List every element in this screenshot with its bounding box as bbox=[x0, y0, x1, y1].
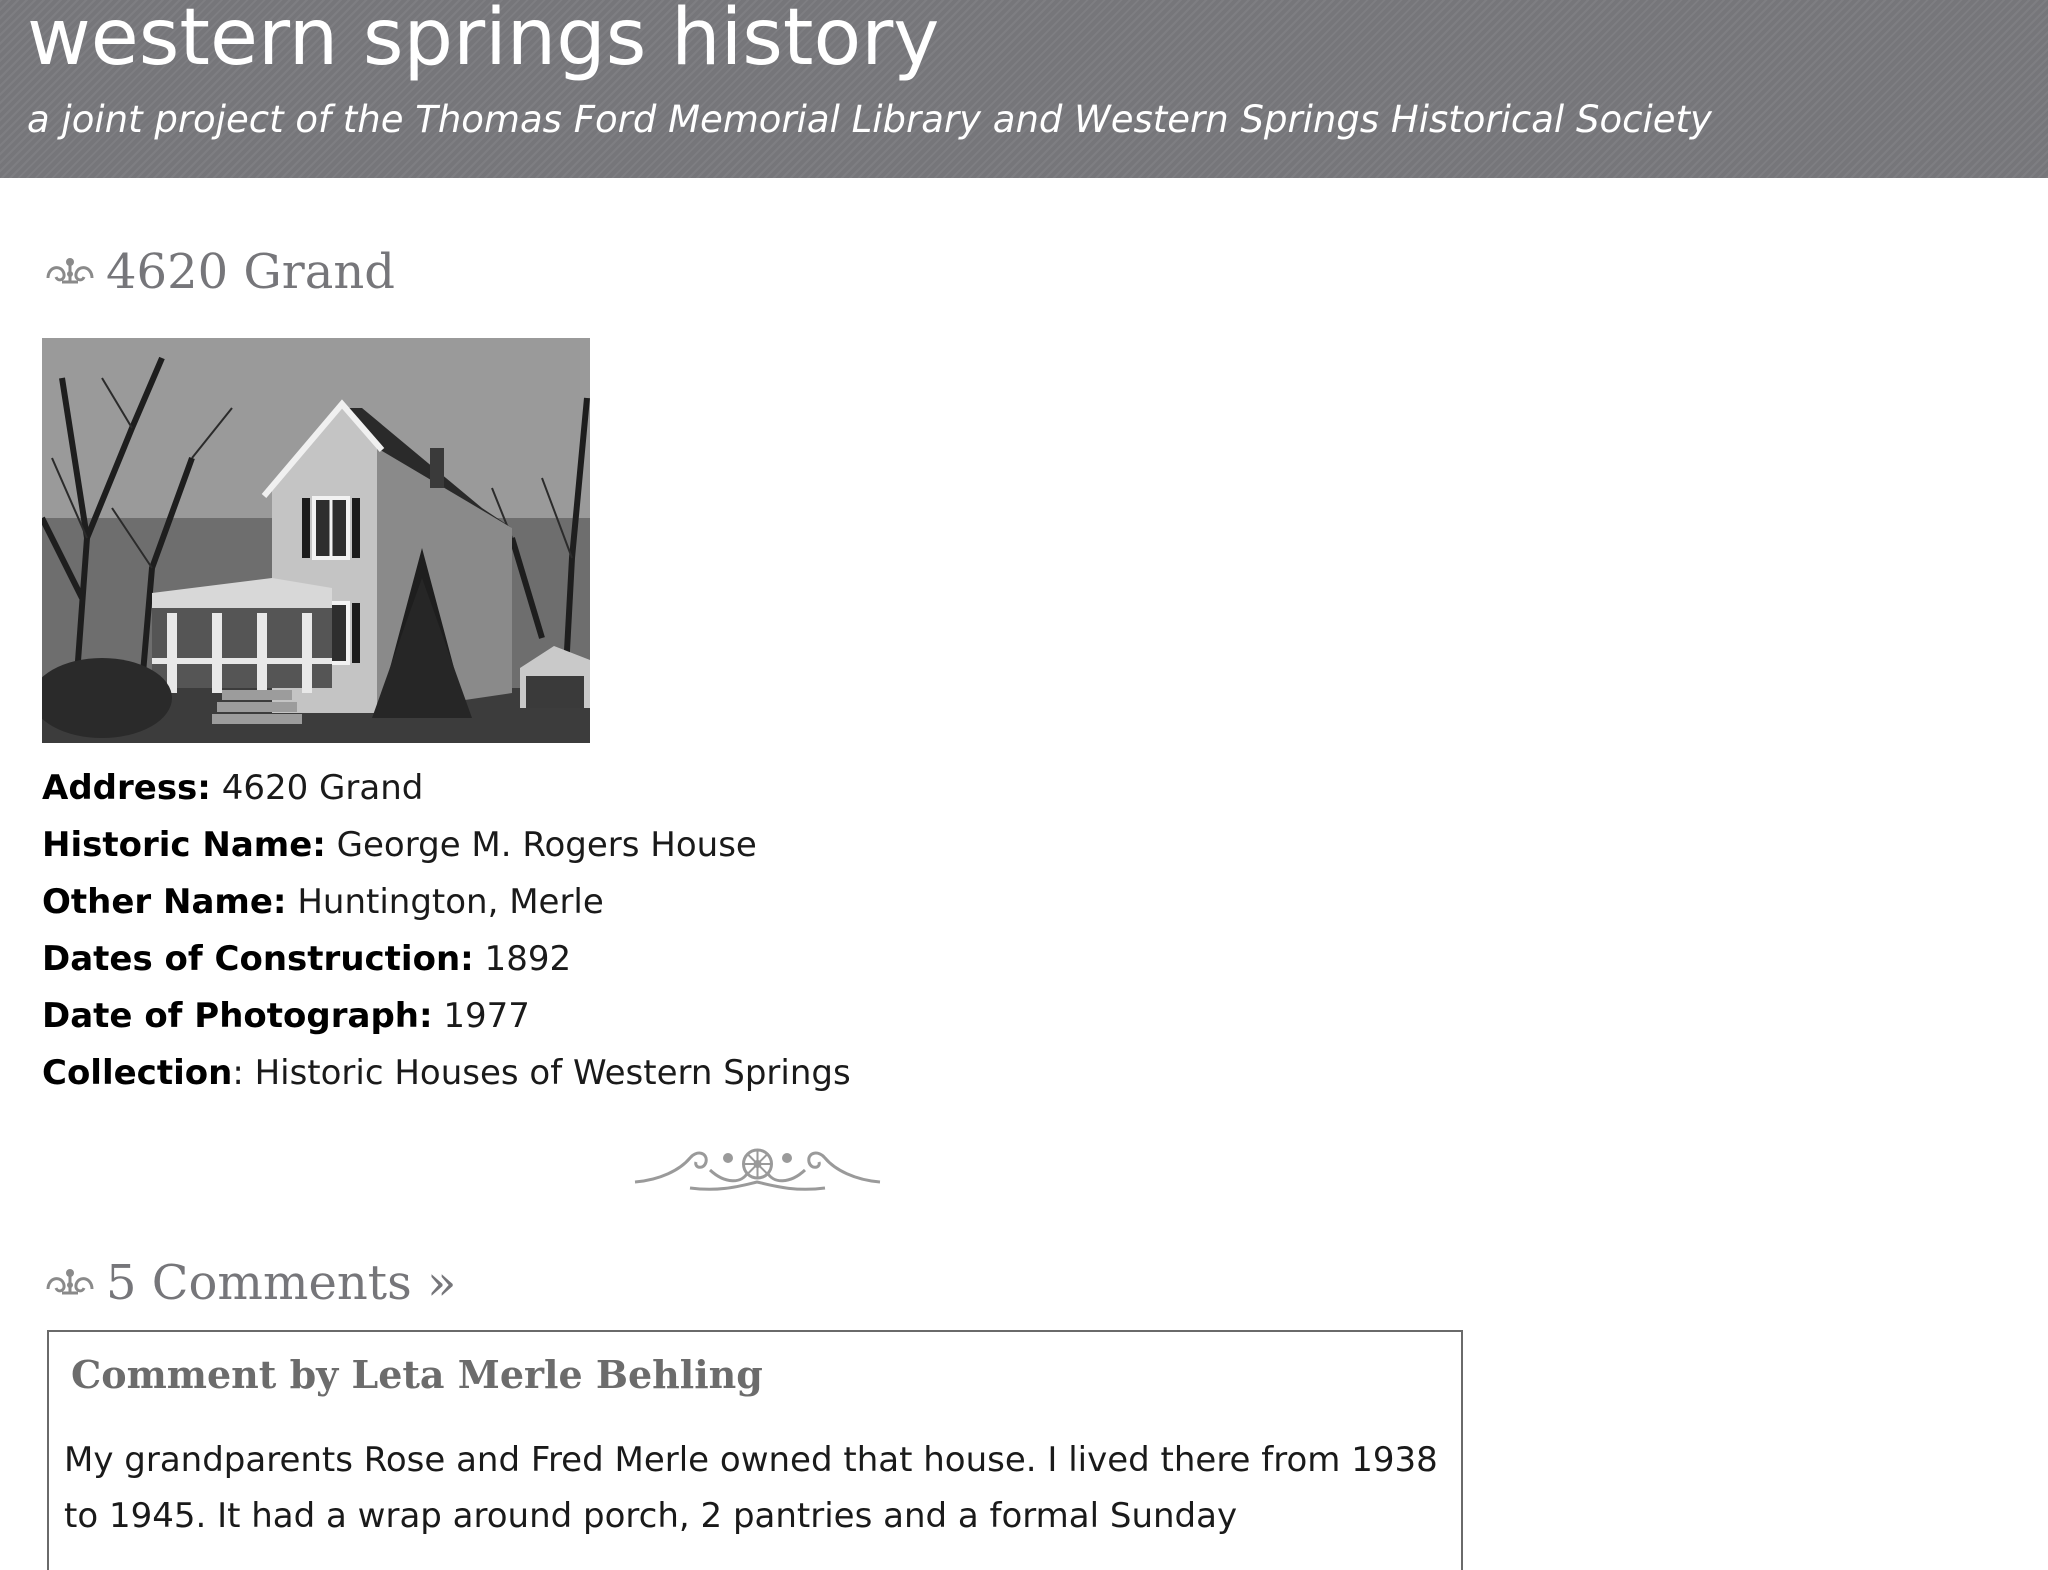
detail-value: 4620 Grand bbox=[210, 768, 424, 808]
site-title[interactable]: western springs history bbox=[27, 0, 939, 84]
detail-dates-of-construction: Dates of Construction: 1892 bbox=[42, 931, 851, 988]
detail-value: 1892 bbox=[473, 939, 572, 979]
detail-label: Collection bbox=[42, 1053, 233, 1093]
comments-heading-text: 5 Comments » bbox=[106, 1255, 457, 1311]
detail-label: Historic Name: bbox=[42, 825, 326, 865]
detail-date-of-photograph: Date of Photograph: 1977 bbox=[42, 988, 851, 1045]
comments-heading[interactable]: 5 Comments » bbox=[42, 1255, 456, 1311]
detail-other-name: Other Name: Huntington, Merle bbox=[42, 874, 851, 931]
detail-value: Huntington, Merle bbox=[286, 882, 604, 922]
detail-label: Other Name: bbox=[42, 882, 287, 922]
detail-value: George M. Rogers House bbox=[325, 825, 757, 865]
fleuron-icon bbox=[46, 258, 94, 284]
detail-label: Date of Photograph: bbox=[42, 996, 433, 1036]
scroll-ornament-icon bbox=[634, 1148, 881, 1191]
comment: Comment by Leta Merle Behling My grandpa… bbox=[47, 1330, 1463, 1570]
comment-body: My grandparents Rose and Fred Merle owne… bbox=[64, 1440, 1438, 1536]
detail-value: : Historic Houses of Western Springs bbox=[232, 1053, 851, 1093]
detail-value: 1977 bbox=[432, 996, 530, 1036]
post-title[interactable]: 4620 Grand bbox=[42, 244, 395, 300]
house-photo[interactable] bbox=[42, 338, 590, 743]
comment-author: Comment by Leta Merle Behling bbox=[71, 1352, 763, 1397]
detail-historic-name: Historic Name: George M. Rogers House bbox=[42, 817, 851, 874]
post-title-text: 4620 Grand bbox=[106, 244, 395, 300]
property-details: Address: 4620 Grand Historic Name: Georg… bbox=[42, 760, 851, 1102]
fleuron-icon bbox=[46, 1269, 94, 1295]
detail-label: Address: bbox=[42, 768, 211, 808]
detail-label: Dates of Construction: bbox=[42, 939, 474, 979]
site-header: western springs history a joint project … bbox=[0, 0, 2048, 178]
detail-collection: Collection: Historic Houses of Western S… bbox=[42, 1045, 851, 1102]
site-subtitle: a joint project of the Thomas Ford Memor… bbox=[27, 98, 1712, 141]
detail-address: Address: 4620 Grand bbox=[42, 760, 851, 817]
